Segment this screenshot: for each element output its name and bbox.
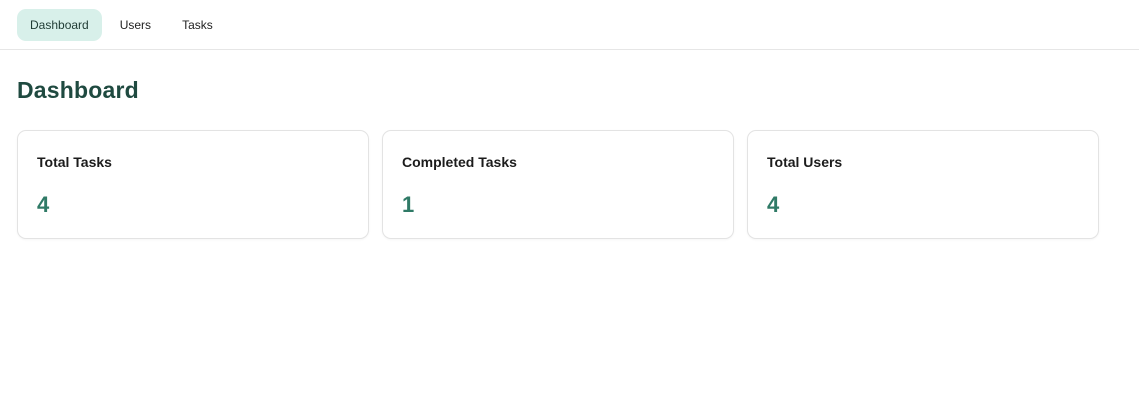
tab-dashboard[interactable]: Dashboard	[17, 8, 102, 41]
top-navigation: Dashboard Users Tasks	[0, 0, 1139, 50]
tab-users[interactable]: Users	[107, 9, 164, 41]
stat-label: Total Tasks	[37, 154, 112, 170]
stat-value: 1	[402, 192, 415, 217]
stat-value: 4	[37, 192, 50, 217]
stat-card-completed-tasks: Completed Tasks 1	[382, 130, 734, 239]
stat-label: Completed Tasks	[402, 154, 517, 170]
stat-value: 4	[767, 192, 780, 217]
tab-tasks[interactable]: Tasks	[169, 9, 226, 41]
page-title: Dashboard	[17, 77, 139, 103]
stat-card-total-tasks: Total Tasks 4	[17, 130, 369, 239]
stat-label: Total Users	[767, 154, 843, 170]
stat-card-total-users: Total Users 4	[747, 130, 1099, 239]
stats-cards: Total Tasks 4 Completed Tasks 1 Total Us…	[17, 130, 1099, 239]
